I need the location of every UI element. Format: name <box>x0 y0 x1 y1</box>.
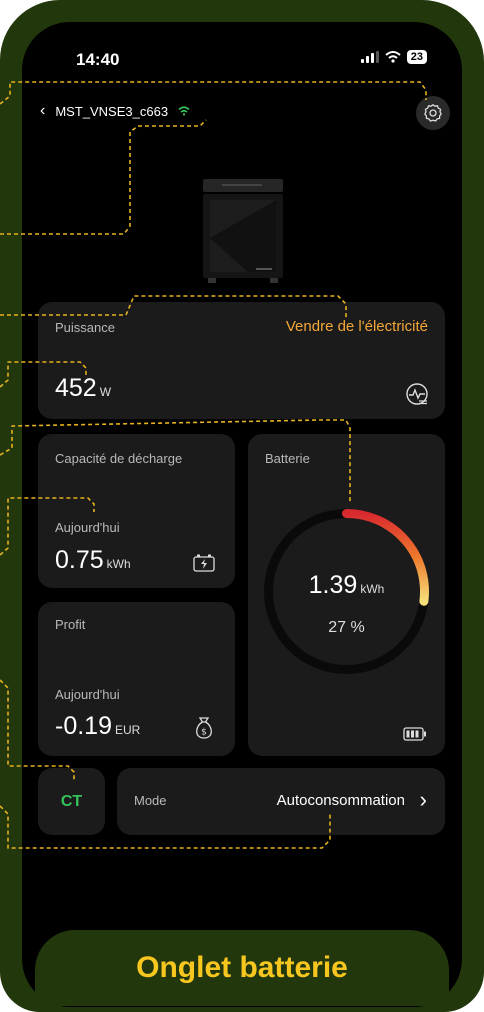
profit-period: Aujourd'hui <box>55 687 120 702</box>
wifi-connected-icon <box>178 106 190 116</box>
profit-card[interactable]: Profit Aujourd'hui -0.19 EUR $ <box>38 602 235 756</box>
power-graph-icon[interactable] <box>405 382 429 406</box>
power-value: 452 W <box>55 374 112 402</box>
discharge-label: Capacité de décharge <box>55 451 183 466</box>
wifi-icon <box>385 51 401 63</box>
gear-icon <box>424 104 442 122</box>
chevron-right-icon: › <box>419 787 427 812</box>
status-time: 14:40 <box>76 50 120 69</box>
status-icons: 23 <box>360 50 427 64</box>
caption-text: Onglet batterie <box>136 951 348 984</box>
profit-label: Profit <box>55 617 86 632</box>
ct-label: CT <box>60 792 83 810</box>
back-chevron-icon[interactable]: ‹ <box>40 102 45 120</box>
power-mode-status: Vendre de l'électricité <box>285 318 428 335</box>
power-label: Puissance <box>55 320 115 335</box>
inverter-device-image <box>203 179 283 283</box>
power-card[interactable]: Puissance Vendre de l'électricité 452 W <box>38 302 445 419</box>
caption-banner: Onglet batterie <box>35 930 449 1006</box>
profit-value: -0.19 EUR <box>55 712 141 740</box>
battery-discharge-icon <box>193 554 215 572</box>
battery-level-badge: 23 <box>406 50 427 64</box>
signal-icon <box>360 51 379 63</box>
settings-button[interactable] <box>416 96 450 130</box>
battery-card[interactable]: Batterie 1.39 kWh 27 % <box>248 434 445 756</box>
svg-text:$: $ <box>201 728 207 738</box>
battery-label: Batterie <box>265 451 310 466</box>
mode-value: Autoconsommation <box>276 792 405 809</box>
ct-button[interactable]: CT <box>38 768 105 835</box>
top-nav: ‹ MST_VNSE3_c663 <box>40 102 190 120</box>
battery-percent: 27 % <box>328 619 365 636</box>
money-bag-icon: $ <box>196 717 212 739</box>
mode-row[interactable]: Mode Autoconsommation › <box>117 768 445 835</box>
battery-energy-value: 1.39 kWh <box>308 571 385 599</box>
discharge-period: Aujourd'hui <box>55 520 120 535</box>
device-name: MST_VNSE3_c663 <box>55 103 169 119</box>
app-screen: 14:40 23 ‹ MST_VNSE3_c663 Puissance Vend… <box>22 22 462 1007</box>
mode-label: Mode <box>134 793 167 808</box>
discharge-value: 0.75 kWh <box>55 546 131 574</box>
discharge-card[interactable]: Capacité de décharge Aujourd'hui 0.75 kWh <box>38 434 235 588</box>
battery-full-icon <box>403 727 426 741</box>
